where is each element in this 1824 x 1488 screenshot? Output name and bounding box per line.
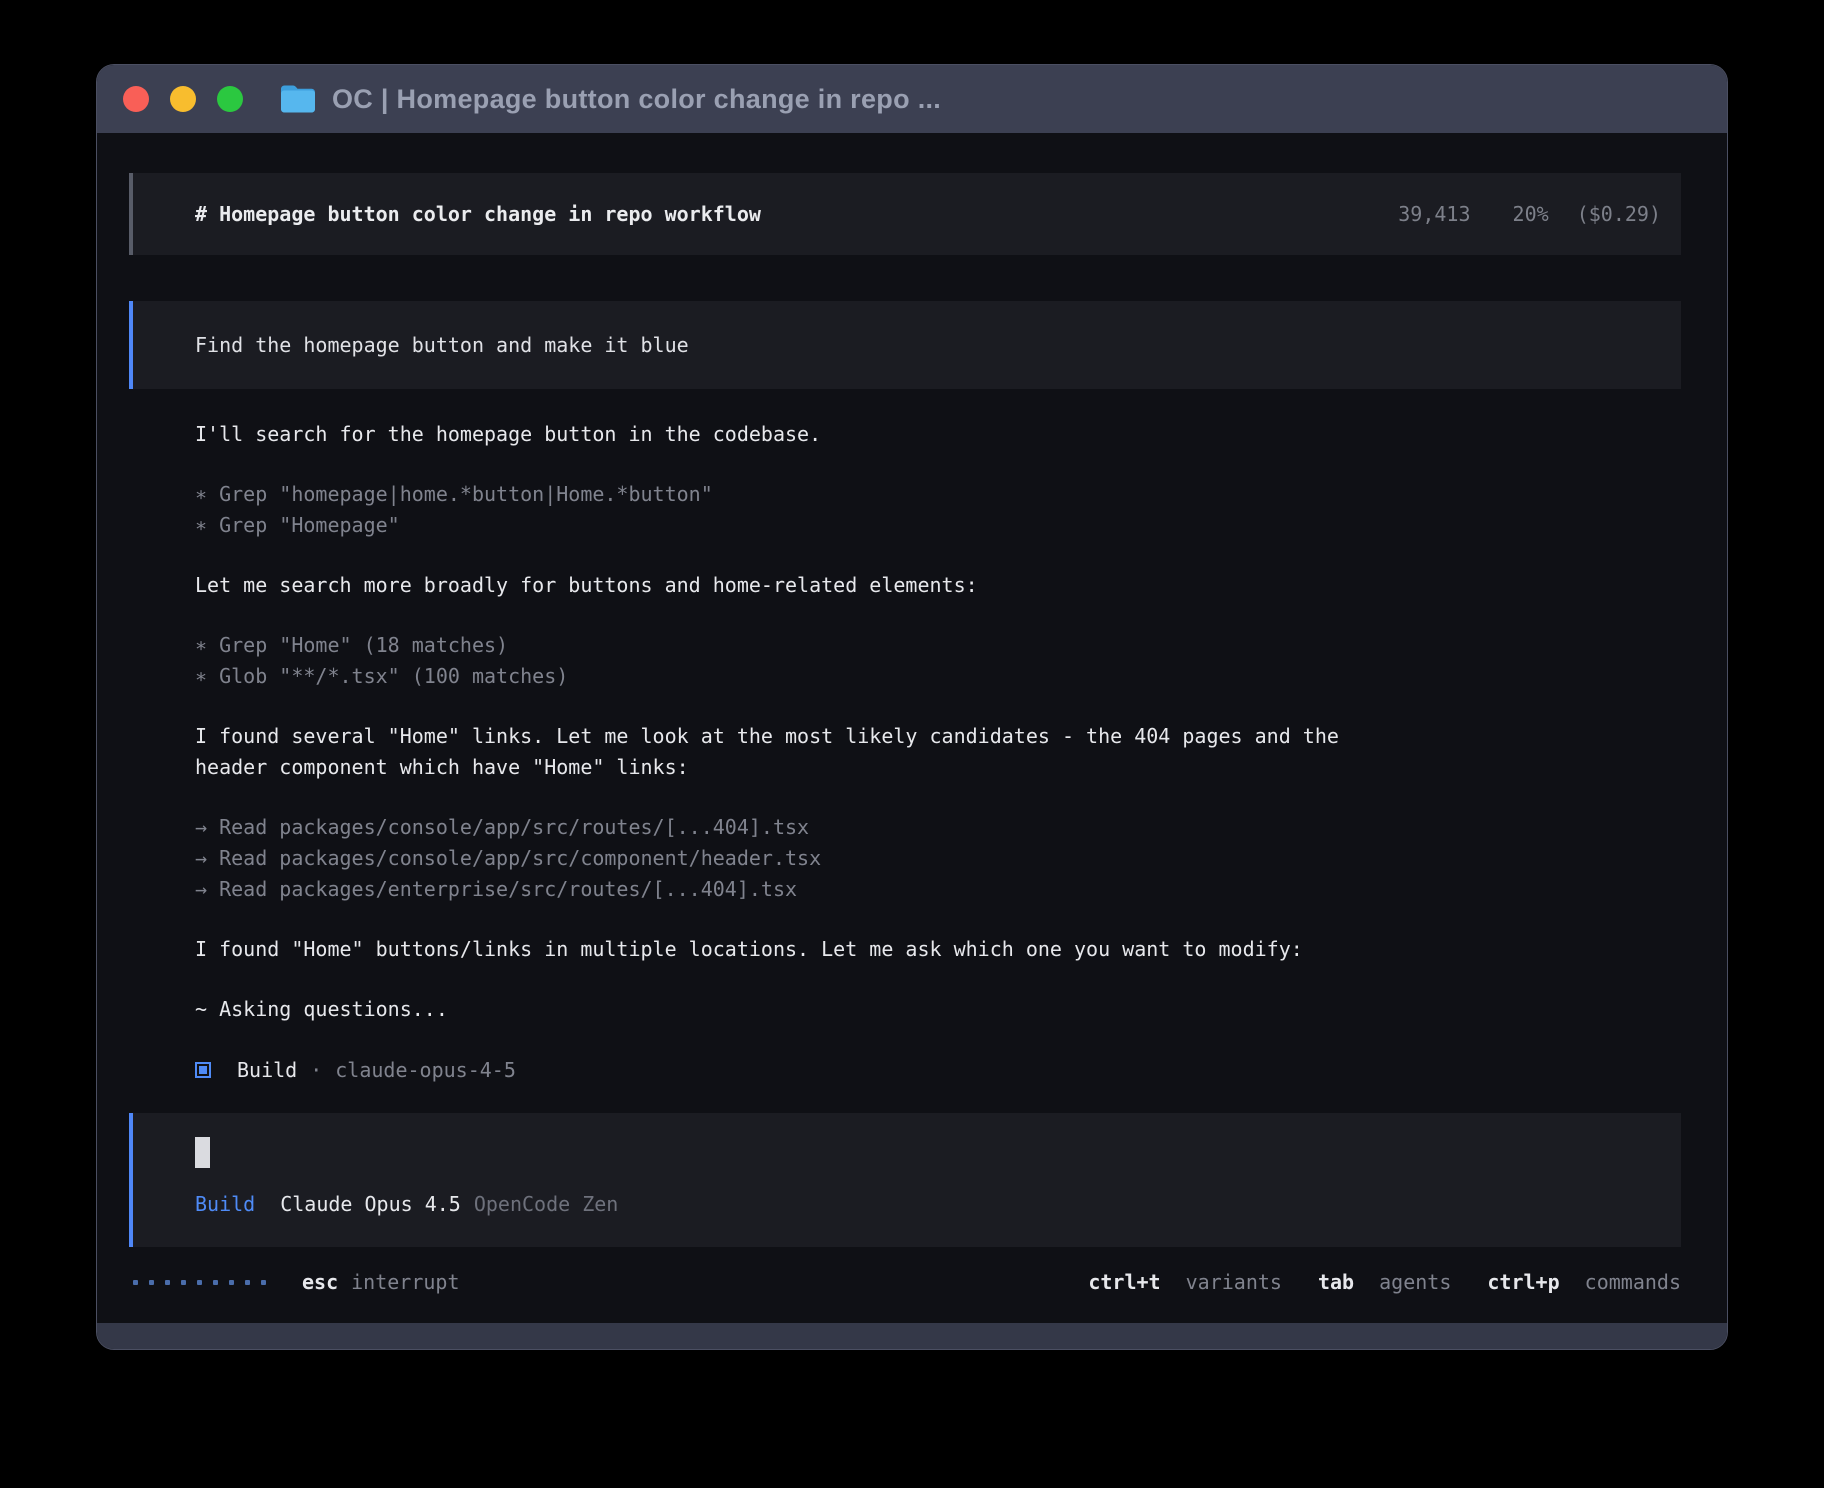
tool-call-glob: ∗ Glob "**/*.tsx" (100 matches)	[195, 661, 1681, 692]
tool-call-grep: ∗ Grep "Homepage"	[195, 510, 1681, 541]
session-header: # Homepage button color change in repo w…	[129, 173, 1681, 255]
tool-call-read: → Read packages/enterprise/src/routes/[.…	[195, 874, 1681, 905]
tool-call-read: → Read packages/console/app/src/componen…	[195, 843, 1681, 874]
agent-name: Build	[237, 1058, 297, 1082]
shortcut-label: commands	[1585, 1270, 1681, 1294]
spinner-dot	[133, 1280, 138, 1285]
assistant-text: I'll search for the homepage button in t…	[195, 419, 1405, 450]
traffic-lights	[123, 86, 243, 112]
session-cost: ($0.29)	[1577, 202, 1661, 226]
terminal-content: # Homepage button color change in repo w…	[97, 133, 1727, 1323]
shortcut-label: variants	[1186, 1270, 1282, 1294]
text-cursor	[195, 1137, 210, 1168]
tool-call-group: ∗ Grep "Home" (18 matches) ∗ Glob "**/*.…	[195, 630, 1681, 692]
window-title: OC | Homepage button color change in rep…	[332, 84, 941, 115]
input-agent-label: Build	[195, 1192, 255, 1216]
assistant-text: I found several "Home" links. Let me loo…	[195, 721, 1405, 783]
session-title: # Homepage button color change in repo w…	[195, 202, 761, 226]
spinner-dots	[133, 1280, 266, 1285]
esc-action-label: interrupt	[351, 1267, 459, 1298]
user-message-text: Find the homepage button and make it blu…	[195, 333, 689, 357]
folder-icon	[279, 83, 317, 115]
spinner-dot	[213, 1280, 218, 1285]
input-model-label: Claude Opus 4.5	[280, 1192, 461, 1216]
spinner-dot	[261, 1280, 266, 1285]
assistant-text: Let me search more broadly for buttons a…	[195, 570, 1405, 601]
spinner-dot	[149, 1280, 154, 1285]
tool-call-read: → Read packages/console/app/src/routes/[…	[195, 812, 1681, 843]
spinner-dot	[165, 1280, 170, 1285]
status-bar: esc interrupt ctrl+t variants tab agents…	[129, 1267, 1681, 1298]
shortcut-hints: ctrl+t variants tab agents ctrl+p comman…	[1088, 1267, 1681, 1298]
agent-square-icon	[195, 1062, 211, 1078]
spinner-dot	[181, 1280, 186, 1285]
shortcut-key: ctrl+p	[1487, 1270, 1559, 1294]
tool-call-group: ∗ Grep "homepage|home.*button|Home.*butt…	[195, 479, 1681, 541]
input-meta-row: Build Claude Opus 4.5 OpenCode Zen	[195, 1192, 1661, 1216]
dot-separator: ·	[310, 1058, 322, 1082]
tool-call-group: → Read packages/console/app/src/routes/[…	[195, 812, 1681, 905]
spinner-dot	[229, 1280, 234, 1285]
title-group: OC | Homepage button color change in rep…	[279, 83, 941, 115]
input-provider-label: OpenCode Zen	[474, 1192, 619, 1216]
assistant-response: I'll search for the homepage button in t…	[129, 389, 1681, 1085]
agent-status-row: Build · claude-opus-4-5	[195, 1054, 1681, 1085]
esc-key-hint: esc	[302, 1267, 338, 1298]
spinner-dot	[197, 1280, 202, 1285]
prompt-input[interactable]: Build Claude Opus 4.5 OpenCode Zen	[129, 1113, 1681, 1247]
tool-call-grep: ∗ Grep "Home" (18 matches)	[195, 630, 1681, 661]
shortcut-variants: ctrl+t variants	[1088, 1267, 1282, 1298]
shortcut-key: ctrl+t	[1088, 1270, 1160, 1294]
close-button[interactable]	[123, 86, 149, 112]
session-stats: 39,413 20% ($0.29)	[1398, 202, 1661, 226]
title-bar: OC | Homepage button color change in rep…	[97, 65, 1727, 133]
minimize-button[interactable]	[170, 86, 196, 112]
shortcut-commands: ctrl+p commands	[1487, 1267, 1681, 1298]
shortcut-key: tab	[1318, 1270, 1354, 1294]
terminal-window: OC | Homepage button color change in rep…	[96, 64, 1728, 1350]
context-percentage: 20%	[1513, 202, 1549, 226]
shortcut-label: agents	[1379, 1270, 1451, 1294]
assistant-text: I found "Home" buttons/links in multiple…	[195, 934, 1405, 965]
tool-call-grep: ∗ Grep "homepage|home.*button|Home.*butt…	[195, 479, 1681, 510]
zoom-button[interactable]	[217, 86, 243, 112]
agent-model: claude-opus-4-5	[335, 1058, 516, 1082]
token-count: 39,413	[1398, 202, 1470, 226]
window-bottom-edge	[97, 1323, 1727, 1349]
assistant-status-text: ~ Asking questions...	[195, 994, 1405, 1025]
shortcut-agents: tab agents	[1318, 1267, 1451, 1298]
user-message: Find the homepage button and make it blu…	[129, 301, 1681, 389]
spinner-dot	[245, 1280, 250, 1285]
